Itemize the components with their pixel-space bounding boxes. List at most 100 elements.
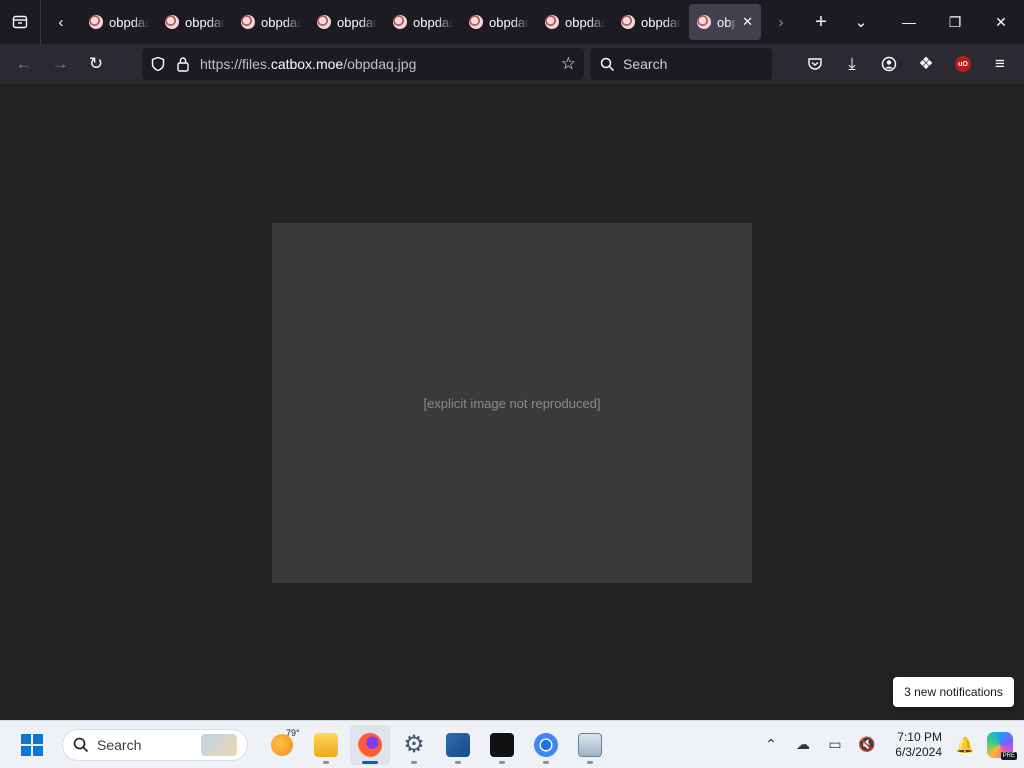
restore-button[interactable]: ❐	[932, 0, 978, 44]
weather-widget[interactable]: 79°	[262, 725, 302, 765]
running-indicator	[455, 760, 461, 764]
url-prefix: https://files.	[200, 56, 271, 72]
scroll-tabs-right-button[interactable]: ›	[761, 0, 801, 44]
hamburger-icon: ≡	[995, 54, 1005, 73]
tab[interactable]: obpdaq.jpg	[613, 4, 689, 40]
arrow-left-icon: ←	[15, 54, 33, 73]
app-menu-button[interactable]: ≡	[982, 48, 1018, 80]
volume-status[interactable]: 🔇	[852, 725, 882, 765]
tab[interactable]: obpdaq.jpg	[461, 4, 537, 40]
tab[interactable]: obpdaq.jpg	[309, 4, 385, 40]
reload-button[interactable]: ↻	[78, 48, 114, 80]
lock-icon[interactable]	[176, 56, 190, 72]
folder-icon	[314, 732, 338, 757]
chevron-up-icon: ⌃	[765, 736, 777, 752]
close-window-button[interactable]: ✕	[978, 0, 1024, 44]
taskbar-settings[interactable]: ⚙	[394, 725, 434, 765]
taskbar-epic-games[interactable]	[482, 725, 522, 765]
tab-title: obpdaq.jpg	[565, 14, 605, 30]
puzzle-icon: ❖	[918, 54, 934, 73]
notification-toast[interactable]: 3 new notifications	[893, 677, 1014, 707]
tab-strip: ‹ obpdaq.jpgobpdaq.jpgobpdaq.jpgobpdaq.j…	[0, 0, 1024, 44]
running-indicator	[323, 760, 329, 764]
close-icon: ✕	[995, 13, 1007, 30]
minimize-icon: —	[902, 14, 916, 30]
taskbar-chrome[interactable]	[526, 725, 566, 765]
app-window-icon	[578, 732, 602, 757]
tab-title: obpdaq.jpg	[717, 14, 737, 30]
show-hidden-icons-button[interactable]: ⌃	[756, 725, 786, 765]
reload-icon: ↻	[88, 54, 104, 73]
taskbar-search-placeholder: Search	[97, 736, 142, 753]
scroll-tabs-left-button[interactable]: ‹	[41, 0, 81, 44]
taskbar-clock[interactable]: 7:10 PM 6/3/2024	[884, 730, 948, 760]
chevron-right-icon: ›	[778, 13, 784, 31]
tab-favicon-icon	[89, 15, 103, 29]
new-tab-button[interactable]: +	[801, 0, 841, 44]
tab-favicon-icon	[165, 15, 179, 29]
back-button[interactable]: ←	[6, 48, 42, 80]
tab[interactable]: obpdaq.jpg	[233, 4, 309, 40]
tab-title: obpdaq.jpg	[413, 14, 453, 30]
copilot-icon: PRE	[987, 731, 1017, 760]
clock-time: 7:10 PM	[897, 729, 942, 744]
taskbar-file-explorer[interactable]	[306, 725, 346, 765]
firefox-icon	[358, 732, 382, 757]
url-text[interactable]: https://files.catbox.moe/obpdaq.jpg	[200, 56, 416, 72]
toolbar-right-buttons: ⤓ ❖ uO ≡	[797, 48, 1018, 80]
weather-temp: 79°	[286, 727, 300, 738]
tab-favicon-icon	[697, 15, 711, 29]
tab-favicon-icon	[393, 15, 407, 29]
firefox-view-icon	[12, 15, 28, 29]
running-indicator	[543, 760, 549, 764]
windows-taskbar: Search 79° ⚙ ⌃ ☁ ▭ 🔇 7:10 PM 6/3/2024 🔔 …	[0, 720, 1024, 768]
tab-title: obpdaq.jpg	[185, 14, 225, 30]
ublock-button[interactable]: uO	[945, 48, 981, 80]
minimize-button[interactable]: —	[886, 0, 932, 44]
restore-icon: ❐	[948, 13, 962, 30]
tab[interactable]: obpdaq.jpg	[385, 4, 461, 40]
page-content: [explicit image not reproduced]	[0, 84, 1024, 720]
tab[interactable]: obpdaq.jpg	[537, 4, 613, 40]
extensions-button[interactable]: ❖	[908, 48, 944, 80]
taskbar-firefox[interactable]	[350, 724, 390, 765]
tab-title: obpdaq.jpg	[109, 14, 149, 30]
url-bar[interactable]: https://files.catbox.moe/obpdaq.jpg ☆	[142, 48, 584, 80]
tab-favicon-icon	[621, 15, 635, 29]
tab-list: obpdaq.jpgobpdaq.jpgobpdaq.jpgobpdaq.jpg…	[81, 0, 761, 44]
tab-favicon-icon	[469, 15, 483, 29]
taskbar-app-window[interactable]	[570, 725, 610, 765]
tab[interactable]: obpdaq.jpg	[81, 4, 157, 40]
search-highlight-icon	[201, 733, 237, 756]
bell-icon: 🔔	[955, 736, 975, 754]
search-bar[interactable]: Search	[590, 48, 772, 80]
network-status[interactable]: ▭	[820, 725, 850, 765]
shield-icon[interactable]	[150, 56, 166, 72]
pocket-icon	[808, 58, 822, 70]
chevron-down-icon: ⌄	[854, 14, 868, 31]
taskbar-virtualbox[interactable]	[438, 725, 478, 765]
downloads-button[interactable]: ⤓	[834, 48, 870, 80]
running-indicator	[362, 760, 378, 764]
navigation-toolbar: ← → ↻ https://files.catbox.moe/obpdaq.jp…	[0, 44, 1024, 84]
forward-button[interactable]: →	[42, 48, 78, 80]
ublock-icon: uO	[955, 56, 971, 72]
notification-center-button[interactable]: 🔔	[950, 725, 980, 765]
close-tab-icon[interactable]: ✕	[742, 14, 753, 30]
search-icon	[600, 57, 615, 71]
pocket-button[interactable]	[797, 48, 833, 80]
taskbar-search-box[interactable]: Search	[62, 728, 248, 761]
virtualbox-icon	[446, 732, 470, 757]
start-button[interactable]	[12, 725, 52, 765]
account-icon	[881, 56, 897, 72]
tab[interactable]: obpdaq.jpg	[157, 4, 233, 40]
firefox-view-button[interactable]	[0, 0, 40, 44]
onedrive-status[interactable]: ☁	[788, 725, 818, 765]
copilot-button[interactable]: PRE	[982, 725, 1018, 765]
tab-active[interactable]: obpdaq.jpg ✕	[689, 4, 761, 40]
bookmark-star-icon[interactable]: ☆	[561, 54, 576, 74]
account-button[interactable]	[871, 48, 907, 80]
plus-icon: +	[815, 10, 827, 33]
list-all-tabs-button[interactable]: ⌄	[841, 0, 881, 44]
arrow-right-icon: →	[51, 54, 69, 73]
